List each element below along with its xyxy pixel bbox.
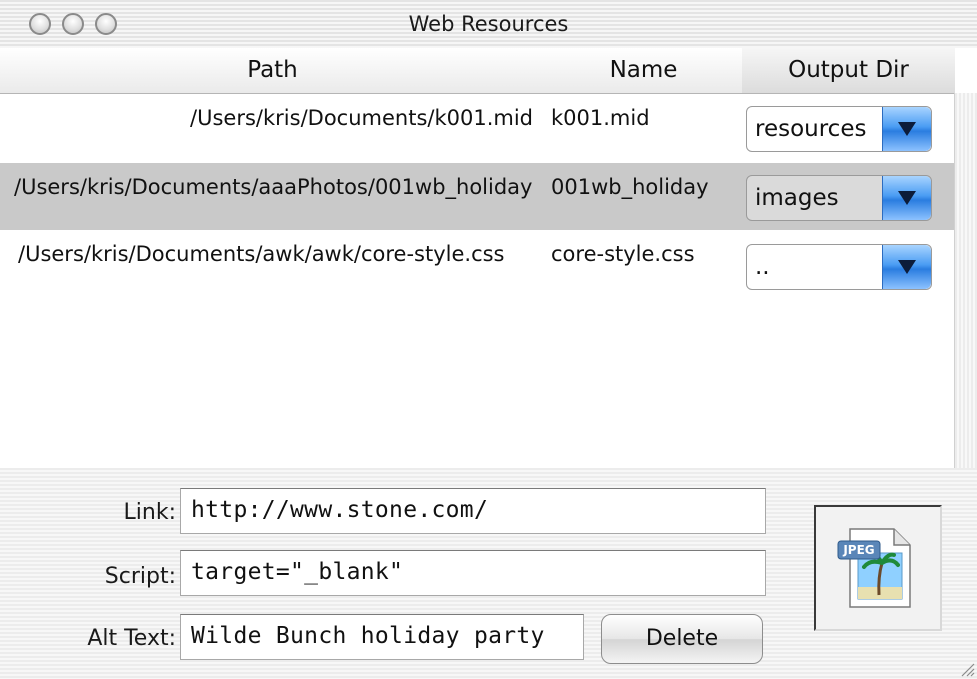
link-label: Link: <box>123 500 176 525</box>
output-dir-popup[interactable]: images <box>746 175 932 221</box>
column-header-output-dir[interactable]: Output Dir <box>742 48 955 94</box>
resources-table: Path Name Output Dir /Users/kris/Documen… <box>0 48 977 468</box>
vertical-scrollbar[interactable] <box>954 93 977 468</box>
output-dir-value: .. <box>755 254 770 280</box>
link-field[interactable]: http://www.stone.com/ <box>180 488 766 534</box>
cell-name: k001.mid <box>551 106 650 130</box>
cell-path: /Users/kris/Documents/aaaPhotos/001wb_ho… <box>14 175 533 199</box>
cell-name: core-style.css <box>551 242 695 266</box>
column-header-path[interactable]: Path <box>0 48 545 94</box>
delete-button[interactable]: Delete <box>601 614 763 664</box>
chevron-down-icon[interactable] <box>882 245 931 289</box>
window-title: Web Resources <box>408 12 569 36</box>
chevron-down-icon[interactable] <box>882 107 931 151</box>
output-dir-popup[interactable]: resources <box>746 106 932 152</box>
resize-grip-icon[interactable] <box>957 659 975 677</box>
cell-path: /Users/kris/Documents/k001.mid <box>190 106 533 130</box>
jpeg-badge-text: JPEG <box>842 543 874 557</box>
alt-text-label: Alt Text: <box>87 626 176 651</box>
title-bar: Web Resources <box>0 0 977 49</box>
script-label: Script: <box>104 564 176 589</box>
cell-path: /Users/kris/Documents/awk/awk/core-style… <box>18 242 505 266</box>
script-field[interactable]: target="_blank" <box>180 550 766 596</box>
output-dir-popup[interactable]: .. <box>746 244 932 290</box>
output-dir-value: images <box>755 185 839 211</box>
cell-name: 001wb_holiday <box>551 175 709 199</box>
alt-text-field[interactable]: Wilde Bunch holiday party <box>180 614 584 660</box>
table-row[interactable]: /Users/kris/Documents/awk/awk/core-style… <box>0 230 955 297</box>
image-preview-well[interactable]: JPEG <box>814 505 942 631</box>
web-resources-window: Web Resources Path Name Output Dir /User… <box>0 0 977 679</box>
output-dir-value: resources <box>755 116 867 142</box>
table-row-selected[interactable]: /Users/kris/Documents/aaaPhotos/001wb_ho… <box>0 163 955 230</box>
table-row[interactable]: /Users/kris/Documents/k001.mid k001.mid … <box>0 96 955 163</box>
column-header-name[interactable]: Name <box>545 48 743 94</box>
jpeg-file-icon: JPEG <box>837 528 911 608</box>
chevron-down-icon[interactable] <box>882 176 931 220</box>
